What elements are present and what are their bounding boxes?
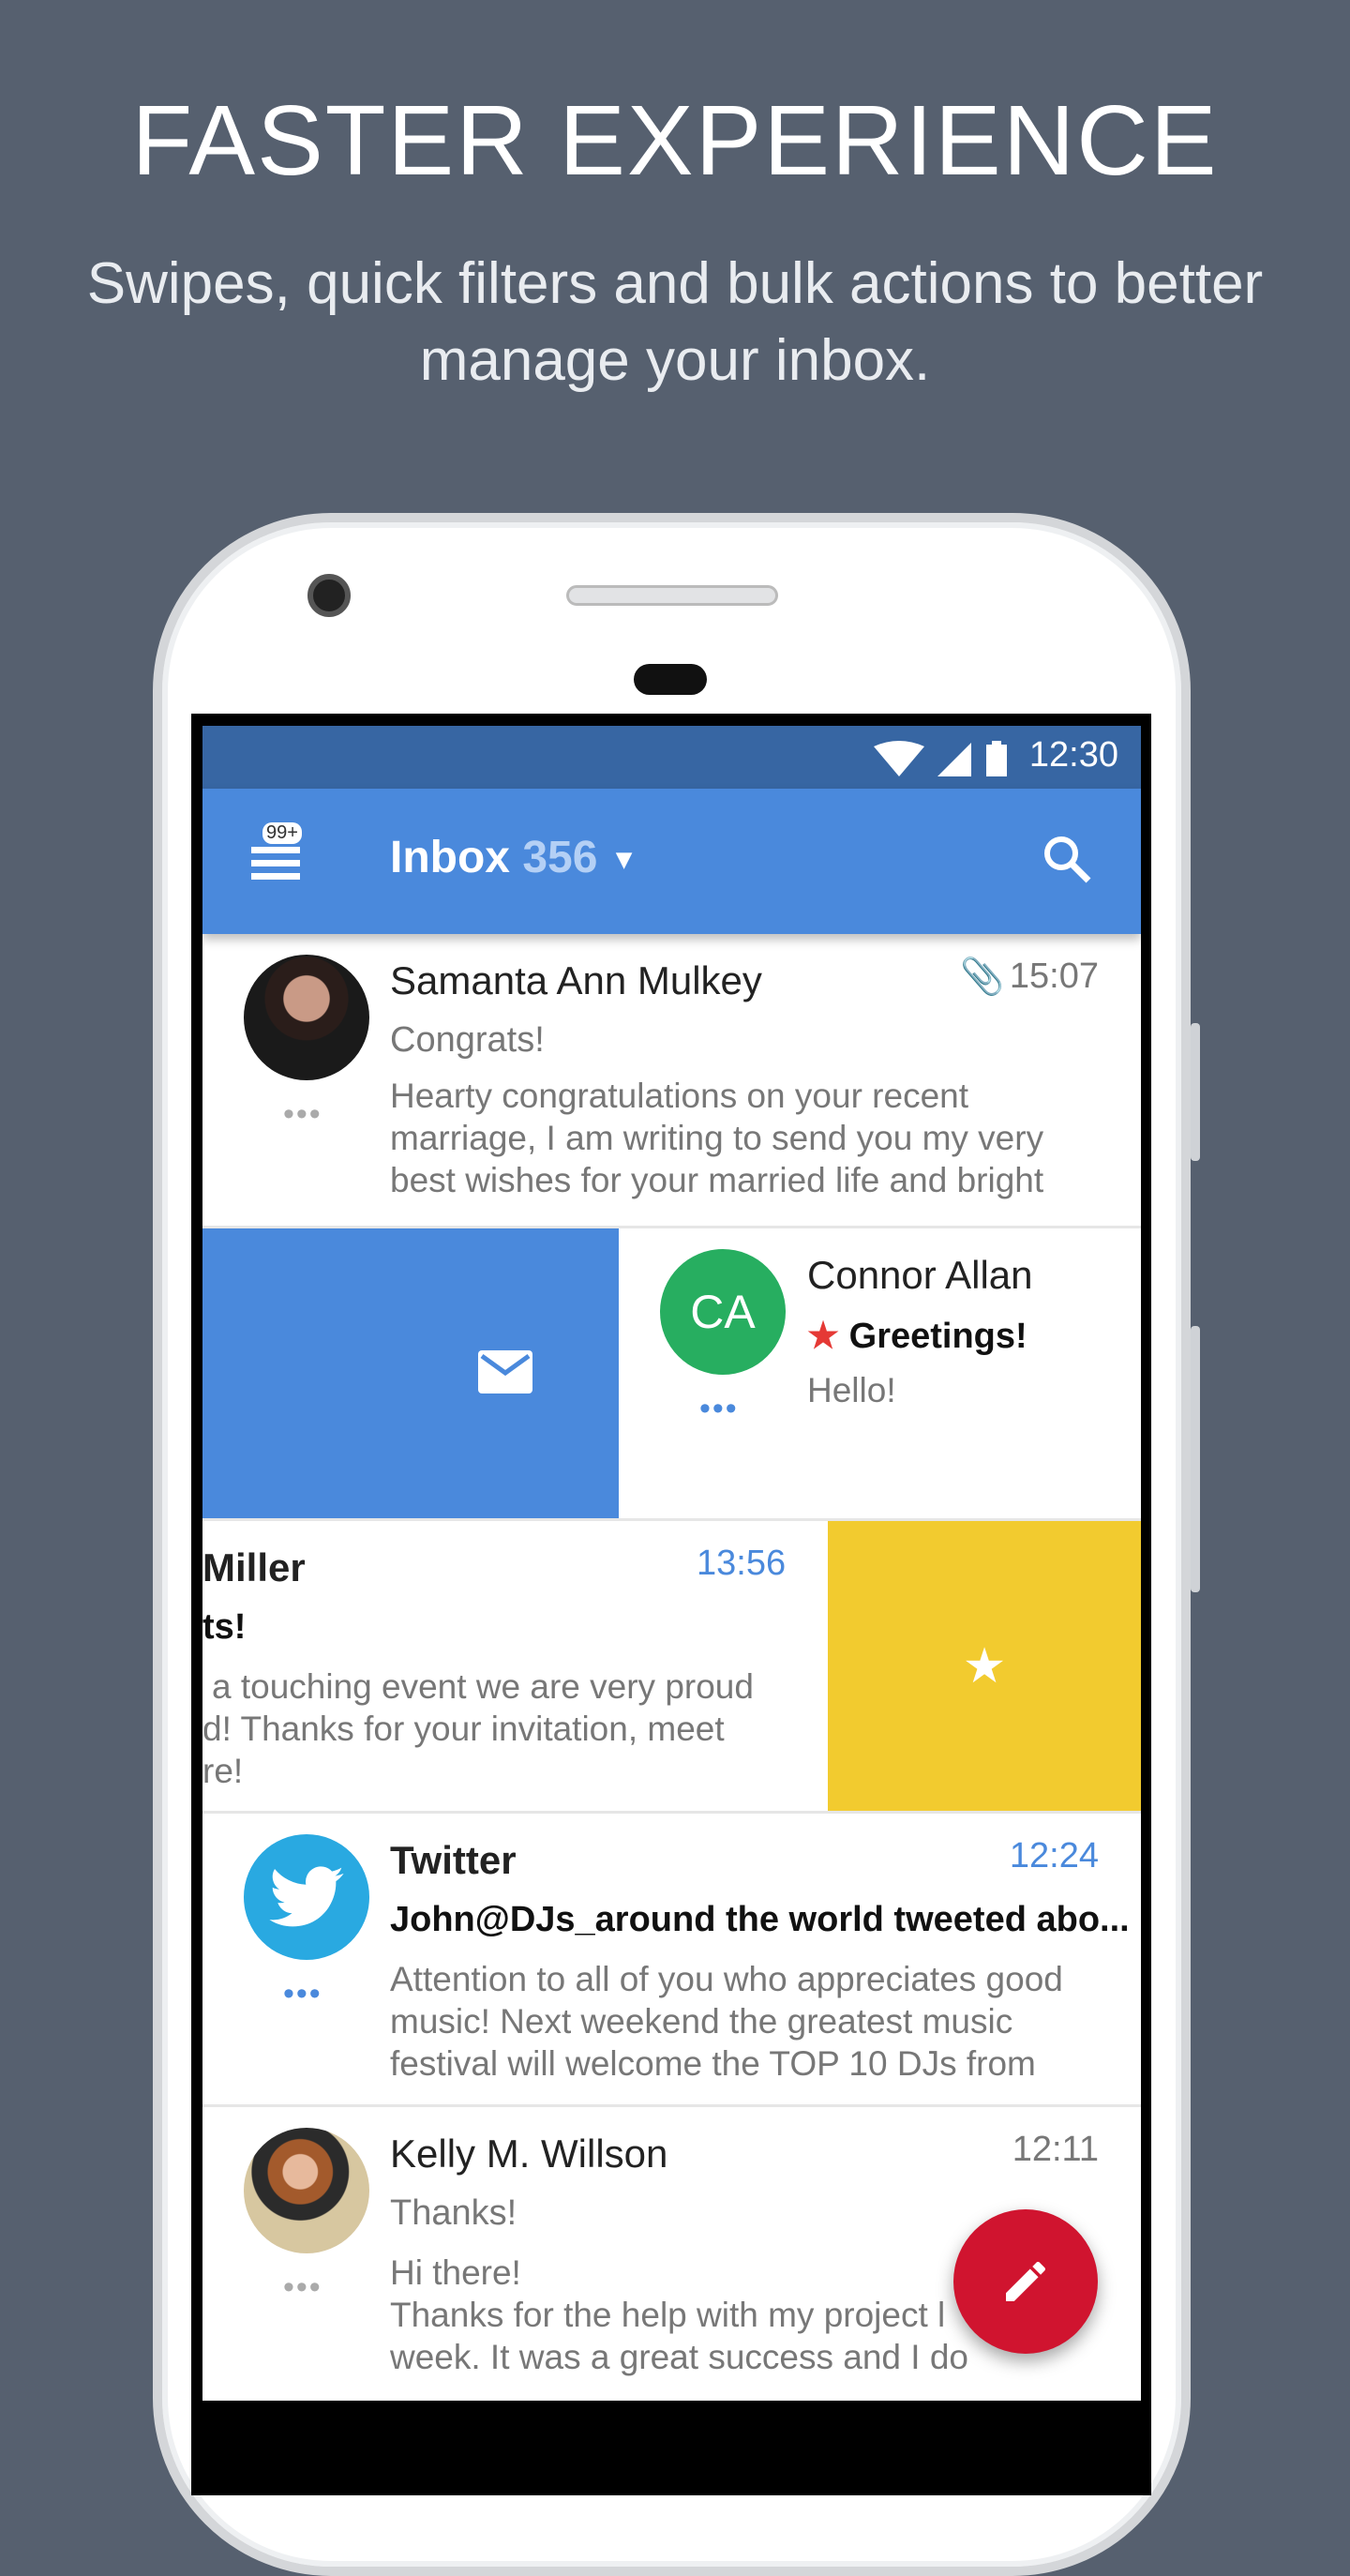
status-bar: 12:30	[202, 726, 1141, 789]
star-icon: ★	[962, 1638, 1007, 1694]
subject: ts!	[202, 1607, 247, 1647]
pencil-icon	[1006, 2261, 1045, 2301]
subject: Thanks!	[390, 2193, 518, 2233]
email-row[interactable]: ••• Twitter 12:24 John@DJs_around the wo…	[202, 1814, 1141, 2107]
sender: Samanta Ann Mulkey	[390, 958, 762, 1002]
preview: Attention to all of you who appreciates …	[390, 1960, 1063, 2083]
more-icon[interactable]: •••	[283, 2271, 322, 2303]
preview: a touching event we are very proud d! Tha…	[202, 1667, 754, 1790]
dropdown-icon: ▼	[609, 844, 638, 876]
sender: Miller	[202, 1545, 306, 1589]
more-icon[interactable]: •••	[283, 1098, 322, 1130]
email-row[interactable]: ••• Samanta Ann Mulkey 📎 15:07 Congrats!…	[202, 934, 1141, 1228]
star-icon: ★	[807, 1317, 840, 1356]
mark-read-swipe-action[interactable]	[202, 1228, 619, 1518]
folder-count: 356	[522, 833, 598, 882]
sender: Connor Allan	[807, 1253, 1033, 1297]
signal-icon	[938, 743, 971, 776]
sensor	[634, 664, 707, 695]
folder-selector[interactable]: Inbox 356 ▼	[390, 832, 638, 883]
preview: Hello!	[807, 1371, 896, 1409]
time: 15:07	[1009, 957, 1099, 996]
subject: Greetings!	[848, 1317, 1028, 1356]
app-bar: 99+ Inbox 356 ▼	[202, 789, 1141, 934]
menu-button[interactable]: 99+	[251, 822, 302, 881]
folder-name: Inbox	[390, 833, 510, 882]
front-camera	[308, 574, 351, 617]
preview: Hearty congratulations on your recent mar…	[390, 1077, 1044, 1199]
earpiece-speaker	[566, 585, 778, 606]
battery-icon	[986, 745, 1007, 776]
wifi-icon	[874, 741, 924, 776]
search-icon[interactable]	[1042, 834, 1094, 886]
sender: Kelly M. Willson	[390, 2132, 668, 2176]
subject: Congrats!	[390, 1020, 545, 1060]
status-icons	[874, 741, 1007, 776]
subject: John@DJs_around the world tweeted abo...	[390, 1900, 1130, 1939]
menu-badge: 99+	[262, 822, 302, 844]
more-icon[interactable]: •••	[699, 1393, 739, 1424]
email-row-swiped[interactable]: CA ••• Connor Allan ★ Greetings! Hello!	[202, 1228, 1141, 1521]
twitter-bird-icon	[269, 1866, 344, 1927]
envelope-icon	[478, 1350, 532, 1393]
menu-icon	[251, 847, 300, 853]
sender: Twitter	[390, 1838, 517, 1882]
avatar	[244, 955, 369, 1080]
preview: Hi there! Thanks for the help with my pro…	[390, 2253, 968, 2376]
app-screen: 12:30 99+ Inbox 356 ▼ ••• Samanta Ann Mu…	[202, 726, 1141, 2401]
avatar	[244, 1834, 369, 1960]
avatar: CA	[660, 1249, 786, 1375]
time: 12:24	[1009, 1836, 1099, 1876]
time: 13:56	[697, 1544, 787, 1583]
compose-button[interactable]	[953, 2209, 1098, 2354]
avatar	[244, 2128, 369, 2253]
clock: 12:30	[1028, 735, 1118, 775]
promo-title: FASTER EXPERIENCE	[131, 85, 1219, 196]
time: 12:11	[1012, 2130, 1099, 2169]
volume-button	[1191, 1023, 1200, 1161]
more-icon[interactable]: •••	[283, 1978, 322, 2010]
email-row-swiped[interactable]: Miller 13:56 ts! a touching event we are…	[202, 1521, 1141, 1814]
star-swipe-action[interactable]: ★	[828, 1521, 1141, 1811]
promo-subtitle: Swipes, quick filters and bulk actions t…	[86, 251, 1264, 393]
attachment-icon: 📎	[960, 957, 1005, 997]
power-button	[1191, 1326, 1200, 1592]
